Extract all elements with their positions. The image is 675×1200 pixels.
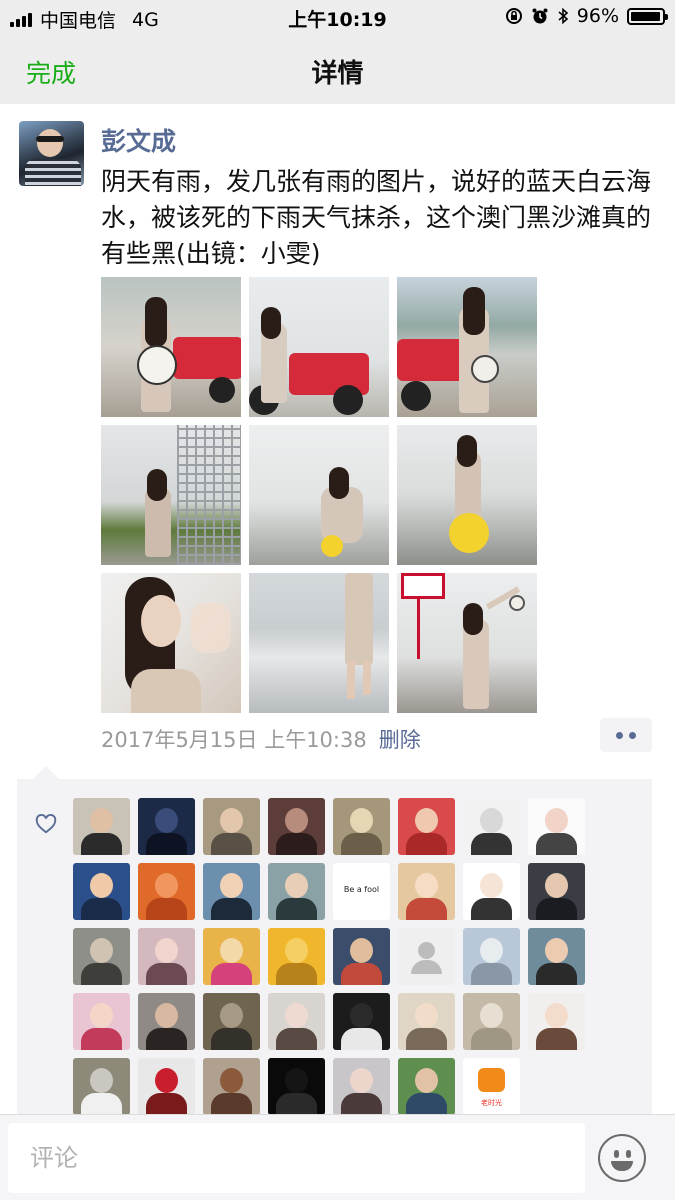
page-title: 详情 (311, 59, 364, 89)
liker-avatar[interactable] (463, 863, 520, 920)
liker-avatar[interactable] (203, 863, 260, 920)
delete-button[interactable]: 删除 (379, 728, 421, 752)
navigation-bar: 完成 详情 (0, 34, 675, 104)
liker-avatar-text: 老时光 (481, 1099, 502, 1107)
liker-avatar-text: Be a fool (343, 885, 380, 894)
battery-percent: 96% (576, 5, 619, 27)
likes-pointer (33, 766, 59, 779)
liker-avatar[interactable] (138, 928, 195, 985)
comment-bar (0, 1114, 675, 1200)
photo-4[interactable] (101, 425, 241, 565)
post-text: 阴天有雨，发几张有雨的图片，说好的蓝天白云海水，被该死的下雨天气抹杀，这个澳门黑… (101, 167, 652, 268)
liker-avatar[interactable] (333, 993, 390, 1050)
liker-avatar[interactable] (138, 1058, 195, 1114)
liker-avatar[interactable] (73, 863, 130, 920)
liker-avatar[interactable] (398, 1058, 455, 1114)
liker-avatar[interactable]: Be a fool (333, 863, 390, 920)
smiley-face-icon[interactable] (598, 1134, 646, 1182)
moment-post: 彭文成 阴天有雨，发几张有雨的图片，说好的蓝天白云海水，被该死的下雨天气抹杀，这… (0, 104, 675, 1114)
liker-avatar[interactable] (203, 1058, 260, 1114)
photo-8[interactable] (249, 573, 389, 713)
liker-avatar[interactable] (268, 1058, 325, 1114)
liker-avatar[interactable] (333, 1058, 390, 1114)
liker-avatar[interactable] (138, 993, 195, 1050)
liker-avatar[interactable] (398, 993, 455, 1050)
liker-avatar[interactable] (528, 993, 585, 1050)
liker-avatar[interactable] (528, 928, 585, 985)
comment-input[interactable] (8, 1123, 585, 1193)
liker-avatar[interactable] (73, 1058, 130, 1114)
liker-avatar[interactable] (398, 928, 455, 985)
liker-avatar[interactable] (268, 993, 325, 1050)
liker-avatar[interactable] (138, 798, 195, 855)
photo-9[interactable] (397, 573, 537, 713)
liker-avatar[interactable] (73, 928, 130, 985)
more-dot-icon (629, 731, 636, 739)
liker-avatar[interactable] (268, 928, 325, 985)
photo-7[interactable] (101, 573, 241, 713)
post-meta: 2017年5月15日 上午10:38 删除 (101, 724, 421, 754)
liker-avatar[interactable] (398, 798, 455, 855)
liker-avatar[interactable] (528, 798, 585, 855)
rotation-lock-icon (505, 8, 522, 24)
post-timestamp: 2017年5月15日 上午10:38 (101, 728, 367, 752)
bluetooth-icon (558, 7, 568, 25)
status-bar: 中国电信 4G 上午10:19 96% (0, 0, 675, 34)
liker-avatar[interactable] (203, 928, 260, 985)
photo-1[interactable] (101, 277, 241, 417)
author-avatar[interactable] (19, 121, 84, 186)
liker-avatar[interactable]: 老时光 (463, 1058, 520, 1114)
liker-avatar[interactable] (333, 798, 390, 855)
liker-avatar[interactable] (203, 993, 260, 1050)
liker-avatar[interactable] (73, 798, 130, 855)
photo-3[interactable] (397, 277, 537, 417)
author-name[interactable]: 彭文成 (101, 122, 176, 158)
alarm-icon (532, 8, 548, 24)
status-right: 96% (505, 5, 668, 27)
more-dot-icon (616, 731, 623, 739)
battery-icon (627, 7, 668, 25)
liker-avatar[interactable] (463, 928, 520, 985)
liker-avatar[interactable] (73, 993, 130, 1050)
liker-avatar[interactable] (528, 863, 585, 920)
liker-avatar[interactable] (268, 863, 325, 920)
likes-panel: Be a fool 老时光 (17, 779, 652, 1114)
liker-avatar[interactable] (398, 863, 455, 920)
photo-5[interactable] (249, 425, 389, 565)
photo-6[interactable] (397, 425, 537, 565)
liker-avatar[interactable] (138, 863, 195, 920)
more-actions-button[interactable] (600, 718, 652, 752)
liker-avatar[interactable] (463, 798, 520, 855)
photo-2[interactable] (249, 277, 389, 417)
liker-avatar[interactable] (268, 798, 325, 855)
heart-outline-icon (35, 814, 57, 834)
liker-avatar[interactable] (333, 928, 390, 985)
liker-avatar[interactable] (463, 993, 520, 1050)
liker-avatar[interactable] (203, 798, 260, 855)
